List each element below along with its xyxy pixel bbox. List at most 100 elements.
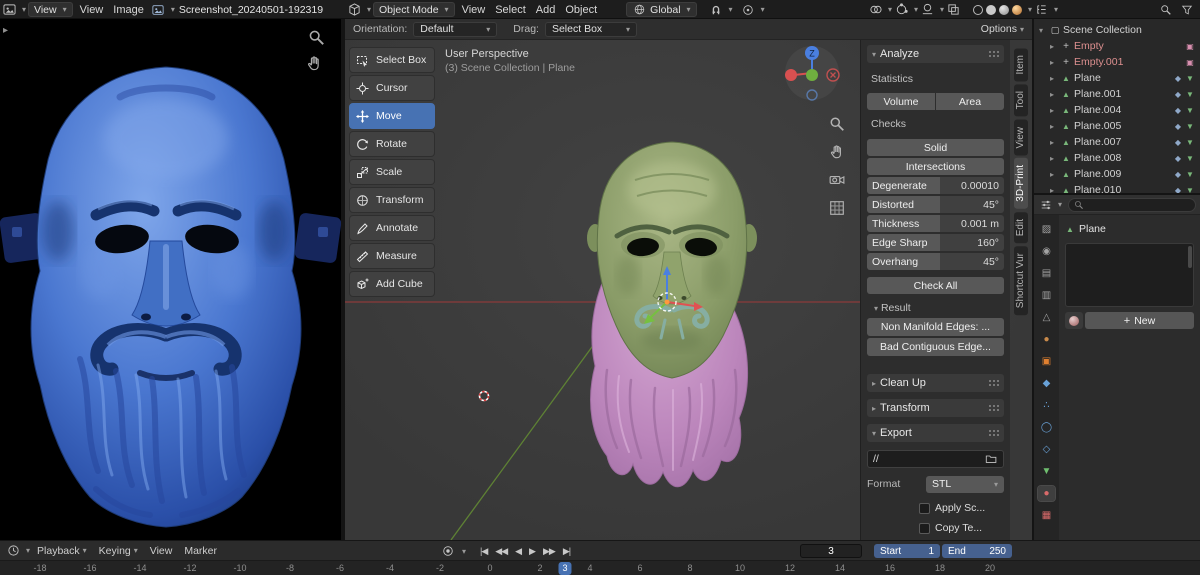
menu-item[interactable]: Add (531, 4, 561, 16)
npanel-tab[interactable]: View (1014, 119, 1028, 156)
mesh-data-icon[interactable]: ▼ (1185, 122, 1195, 131)
menu-item[interactable]: Object (560, 4, 602, 16)
disclosure-icon[interactable]: ▸ (1050, 90, 1058, 99)
xray-toggle-icon[interactable] (946, 2, 961, 17)
outliner-row[interactable]: ▸ ▲ + Plane.007 ◆ ▼ ▣ (1036, 134, 1198, 150)
orientation-select[interactable]: Default ▾ (413, 21, 498, 37)
solid-check-button[interactable]: Solid (867, 139, 1004, 156)
npanel-tab[interactable]: Shortcut Vur (1014, 246, 1028, 316)
npanel-tab[interactable]: Edit (1014, 212, 1028, 244)
menu-item[interactable]: View (75, 4, 109, 16)
modifier-wrench-icon[interactable]: ◆ (1173, 90, 1183, 99)
properties-editor-type-icon[interactable] (1038, 197, 1053, 212)
view-layer-tab-icon[interactable]: ▥ (1038, 288, 1055, 303)
viewport-editor-type-icon[interactable] (347, 2, 362, 17)
drag-grip-icon[interactable] (988, 378, 999, 388)
play-reverse-button[interactable]: ◀ (513, 546, 523, 557)
tool-rotate[interactable]: Rotate (349, 131, 435, 157)
disclosure-icon[interactable]: ▸ (1050, 42, 1058, 51)
menu-item[interactable]: Image (108, 4, 149, 16)
zoom-icon[interactable] (308, 29, 325, 49)
object-mode-select[interactable]: Object Mode ▾ (373, 2, 455, 17)
check-value-row[interactable]: Thickness 0.001 m (867, 215, 1004, 232)
cleanup-panel-header[interactable]: ▸ Clean Up (867, 374, 1004, 392)
check-value-row[interactable]: Degenerate 0.00010 (867, 177, 1004, 194)
material-tab-icon[interactable]: ● (1037, 485, 1056, 502)
modifier-wrench-icon[interactable]: ◆ (1173, 74, 1183, 83)
keying-menu[interactable]: Keying ▾ (94, 545, 143, 557)
tool-annotate[interactable]: Annotate (349, 215, 435, 241)
image-datablock-icon[interactable] (151, 2, 166, 17)
properties-search-input[interactable] (1068, 197, 1196, 212)
checkbox-icon[interactable] (919, 502, 930, 514)
modifier-wrench-icon[interactable]: ◆ (1173, 106, 1183, 115)
result-button[interactable]: Bad Contiguous Edge... (867, 338, 1004, 356)
particles-tab-icon[interactable]: ∴ (1038, 398, 1055, 413)
drag-select[interactable]: Select Box ▾ (544, 21, 637, 37)
world-tab-icon[interactable]: ● (1038, 332, 1055, 347)
object-data-tab-icon[interactable]: ▼ (1038, 464, 1055, 479)
pan-hand-icon[interactable] (306, 55, 323, 75)
tool-move[interactable]: Move (349, 103, 435, 129)
outliner-row[interactable]: ▸ ▲ + Plane.008 ◆ ▼ ▣ (1036, 150, 1198, 166)
export-path-field[interactable]: // (867, 450, 1004, 468)
zoom-icon[interactable] (829, 116, 845, 135)
check-all-button[interactable]: Check All (867, 277, 1004, 294)
mesh-data-icon[interactable]: ▼ (1185, 74, 1195, 83)
transform-panel-header[interactable]: ▸ Transform (867, 399, 1004, 417)
ortho-grid-icon[interactable] (829, 200, 845, 219)
mesh-data-icon[interactable]: ▼ (1185, 186, 1195, 194)
modifier-wrench-icon[interactable]: ◆ (1173, 122, 1183, 131)
disclosure-icon[interactable]: ▾ (1039, 26, 1047, 35)
navigation-gizmo[interactable]: Z (783, 44, 841, 102)
analyze-panel-header[interactable]: ▾ Analyze (867, 45, 1004, 63)
export-panel-header[interactable]: ▾ Export (867, 424, 1004, 442)
result-button[interactable]: Non Manifold Edges: ... (867, 318, 1004, 336)
render-tab-icon[interactable]: ◉ (1038, 244, 1055, 259)
drag-grip-icon[interactable] (988, 49, 999, 59)
end-frame-field[interactable]: End 250 (942, 544, 1012, 558)
auto-keyframe-record-icon[interactable] (440, 544, 455, 559)
marker-menu[interactable]: Marker (179, 545, 222, 557)
outliner-row[interactable]: ▸ ▲ + Plane.005 ◆ ▼ ▣ (1036, 118, 1198, 134)
copy-textures-checkbox[interactable]: Copy Te... (919, 521, 1004, 535)
npanel-tab[interactable]: 3D-Print (1014, 158, 1028, 209)
gizmos-toggle-icon[interactable] (894, 2, 909, 17)
disclosure-icon[interactable]: ▸ (1050, 154, 1058, 163)
checkbox-icon[interactable] (919, 522, 930, 534)
check-value-row[interactable]: Overhang 45° (867, 253, 1004, 270)
modifier-wrench-icon[interactable]: ◆ (1173, 170, 1183, 179)
options-menu[interactable]: Options ▾ (981, 23, 1024, 35)
disclosure-icon[interactable]: ▸ (1050, 122, 1058, 131)
output-tab-icon[interactable]: ▤ (1038, 266, 1055, 281)
drag-grip-icon[interactable] (988, 428, 999, 438)
npanel-tab[interactable]: Tool (1014, 84, 1028, 117)
modifier-wrench-icon[interactable]: ◆ (1173, 186, 1183, 194)
prev-keyframe-button[interactable]: ◀◀ (493, 546, 509, 557)
mesh-data-icon[interactable]: ▼ (1185, 106, 1195, 115)
modifiers-tab-icon[interactable]: ◆ (1038, 376, 1055, 391)
object-tab-icon[interactable]: ▣ (1038, 354, 1055, 369)
intersections-check-button[interactable]: Intersections (867, 158, 1004, 175)
tool-add-cube[interactable]: Add Cube (349, 271, 435, 297)
area-button[interactable]: Area (936, 93, 1004, 110)
disclosure-icon[interactable]: ▸ (1050, 186, 1058, 194)
physics-tab-icon[interactable]: ◯ (1038, 420, 1055, 435)
image-editor-canvas[interactable]: ▸ (0, 19, 341, 540)
timeline-editor-type-icon[interactable] (6, 543, 21, 558)
outliner-editor-type-icon[interactable] (1034, 2, 1049, 17)
outliner-row[interactable]: ▸ ▲ + Plane.009 ◆ ▼ ▣ (1036, 166, 1198, 182)
current-frame-playhead[interactable]: 3 (558, 562, 572, 575)
viewport-3d[interactable]: Select Box Cursor Move Rotate Scale Tran… (345, 40, 1032, 540)
check-value-row[interactable]: Distorted 45° (867, 196, 1004, 213)
timeline-ruler[interactable]: 3 -18 -16 -14 -12 -10 -8 -6 -4 -2 0 2 4 6 8 10 12 14 16 18… (0, 560, 1200, 575)
camera-view-icon[interactable] (829, 172, 845, 191)
mesh-data-icon[interactable]: ▼ (1185, 170, 1195, 179)
modifier-wrench-icon[interactable]: ◆ (1173, 154, 1183, 163)
disclosure-icon[interactable]: ▸ (1050, 106, 1058, 115)
tool-scale[interactable]: Scale (349, 159, 435, 185)
scene-collection-row[interactable]: ▾ ▢ Scene Collection (1036, 22, 1198, 38)
filter-funnel-icon[interactable] (1179, 2, 1194, 17)
disclosure-icon[interactable]: ▸ (1050, 138, 1058, 147)
proportional-editing-icon[interactable] (741, 2, 756, 17)
